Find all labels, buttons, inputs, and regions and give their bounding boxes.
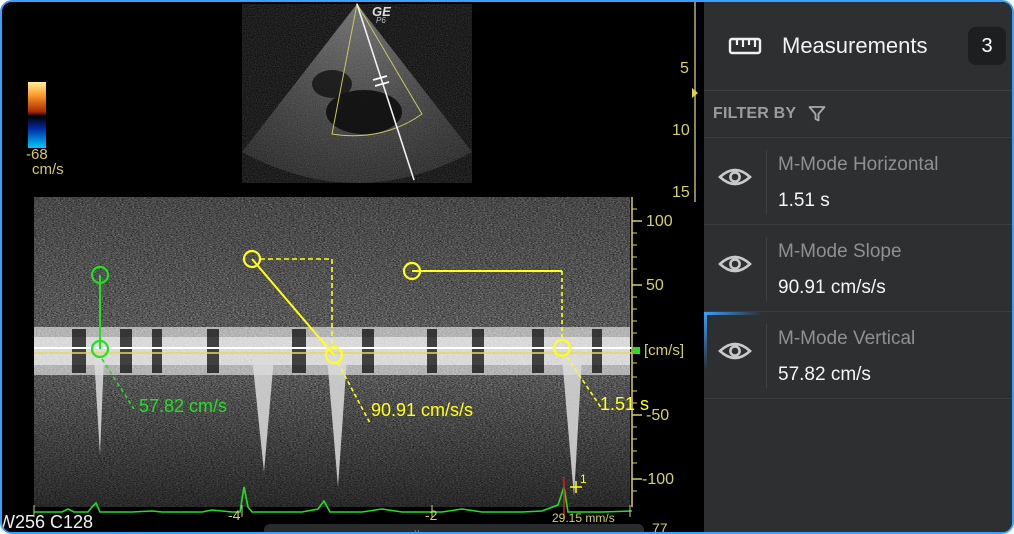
annotation-horizontal-value[interactable]: 1.51 s <box>600 394 649 415</box>
focus-marker-icon <box>692 88 698 98</box>
b-mode-sector-image <box>242 2 472 183</box>
measurements-panel: Measurements 3 FILTER BY M-Mode Horizont… <box>704 2 1012 532</box>
item-divider <box>766 324 767 388</box>
app-frame: GE P6 -68 cm/s 5 10 15 100 50 [cm/s] -50… <box>0 0 1014 534</box>
time-tick-minus-4: -4 <box>228 507 241 523</box>
depth-tick-5: 5 <box>680 60 689 77</box>
ruler-icon <box>728 37 762 55</box>
depth-tick-10: 10 <box>672 122 690 139</box>
velocity-tick-50: 50 <box>646 277 664 294</box>
probe-label: P6 <box>376 16 386 25</box>
item-divider <box>766 237 767 301</box>
measurement-count-badge: 3 <box>968 27 1006 65</box>
m-mode-strip <box>33 197 642 517</box>
color-scale-unit: cm/s <box>32 161 64 178</box>
panel-header: Measurements 3 <box>704 2 1012 91</box>
measurement-name: M-Mode Vertical <box>778 328 916 349</box>
filter-icon[interactable] <box>808 105 826 123</box>
measurement-name: M-Mode Horizontal <box>778 154 939 175</box>
measurement-value: 90.91 cm/s/s <box>778 277 886 298</box>
frame-count-readout: 77 <box>652 520 668 532</box>
annotation-vertical-value[interactable]: 57.82 cm/s <box>139 396 227 417</box>
annotation-slope-value[interactable]: 90.91 cm/s/s <box>371 400 473 421</box>
viewport-toolbar-handle[interactable]: ˅ <box>264 524 644 532</box>
ultrasound-viewport[interactable]: GE P6 -68 cm/s 5 10 15 100 50 [cm/s] -50… <box>2 2 704 532</box>
item-divider <box>766 150 767 214</box>
velocity-unit-label: [cm/s] <box>644 342 684 359</box>
time-tick-minus-2: -2 <box>425 507 438 523</box>
velocity-tick-100: 100 <box>646 213 673 230</box>
sweep-speed-label: 29.15 mm/s <box>552 511 615 525</box>
eye-icon[interactable] <box>718 251 752 277</box>
filter-bar[interactable]: FILTER BY <box>704 91 1012 138</box>
depth-scale <box>694 2 696 202</box>
measurement-item-vertical[interactable]: M-Mode Vertical 57.82 cm/s <box>704 312 1012 399</box>
measurement-item-slope[interactable]: M-Mode Slope 90.91 cm/s/s <box>704 225 1012 312</box>
eye-icon[interactable] <box>718 164 752 190</box>
measurement-value: 57.82 cm/s <box>778 364 871 385</box>
velocity-tick-minus-100: -100 <box>642 471 675 488</box>
measurement-item-horizontal[interactable]: M-Mode Horizontal 1.51 s <box>704 138 1012 225</box>
color-scale-bar <box>28 82 46 148</box>
filter-label: FILTER BY <box>713 105 797 122</box>
window-level-readout: W256 C128 <box>2 512 94 532</box>
velocity-tick-minus-50: -50 <box>646 407 670 424</box>
measurement-value: 1.51 s <box>778 190 830 211</box>
panel-title: Measurements <box>782 33 928 58</box>
cursor-marker-label: 1 <box>580 472 587 486</box>
chevron-down-icon[interactable]: ˅ <box>414 528 420 532</box>
measurement-name: M-Mode Slope <box>778 241 902 262</box>
eye-icon[interactable] <box>718 338 752 364</box>
